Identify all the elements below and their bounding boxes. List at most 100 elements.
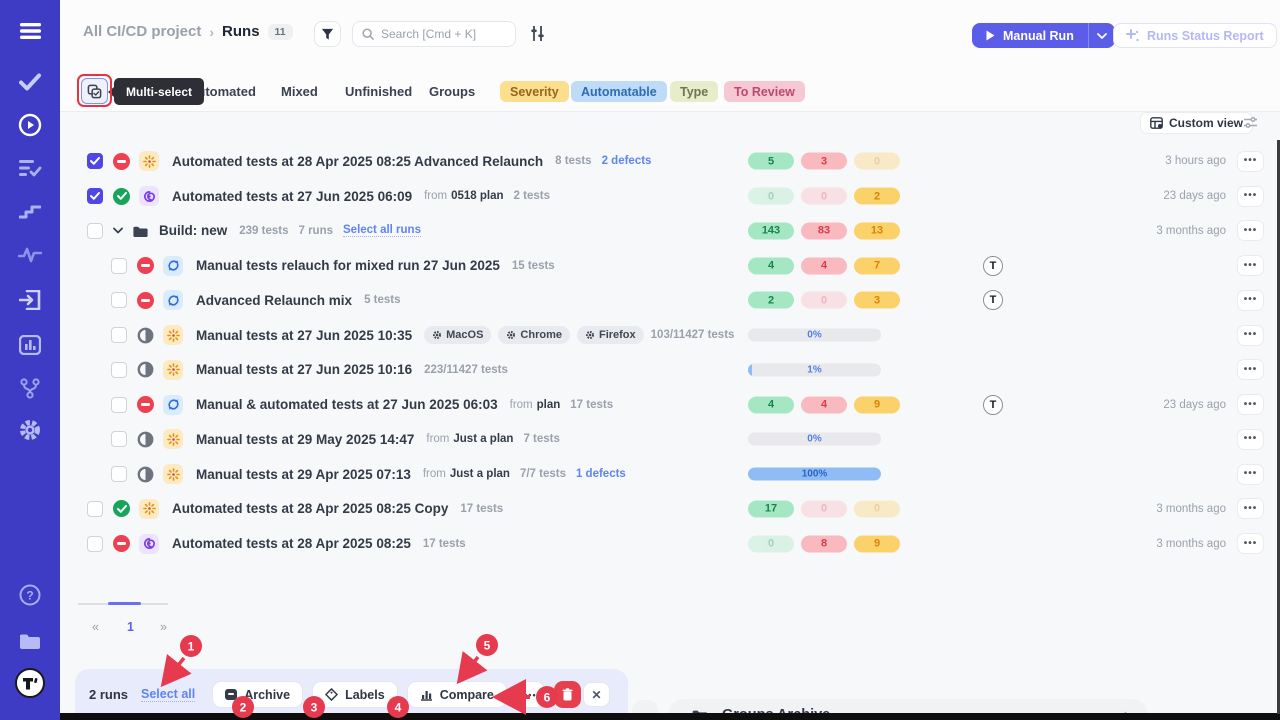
row-menu-button[interactable]: •••: [1237, 325, 1264, 346]
pagination-indicator-active: [108, 602, 141, 605]
failed-status-icon: [117, 542, 126, 545]
sidebar-item-help[interactable]: ?: [0, 578, 60, 612]
assignee-avatar: T: [983, 395, 1003, 415]
row-checkbox[interactable]: [111, 292, 127, 308]
breadcrumb-project[interactable]: All CI/CD project: [83, 23, 201, 40]
row-menu-button[interactable]: •••: [1237, 290, 1264, 311]
chip-type[interactable]: Type: [670, 81, 718, 102]
tab-groups[interactable]: Groups: [429, 84, 475, 99]
tests-count: 7/7 tests: [520, 468, 566, 480]
defects-link[interactable]: 2 defects: [602, 155, 652, 167]
chip-to-review[interactable]: To Review: [724, 81, 805, 102]
check-icon: [19, 73, 41, 91]
search-input[interactable]: Search [Cmd + K]: [352, 21, 516, 47]
sidebar-item-workflows[interactable]: [0, 371, 60, 405]
row-checkbox[interactable]: [111, 431, 127, 447]
sidebar-item-milestones[interactable]: [0, 193, 60, 227]
filter-button[interactable]: [314, 21, 341, 47]
sidebar-item-test-cases[interactable]: [0, 65, 60, 99]
archive-button[interactable]: Archive: [212, 681, 303, 708]
multi-select-button[interactable]: [81, 78, 108, 104]
row-checkbox[interactable]: [111, 362, 127, 378]
expand-chevron[interactable]: [113, 227, 123, 234]
sidebar-item-projects[interactable]: [0, 623, 60, 657]
row-checkbox[interactable]: [87, 153, 103, 169]
row-checkbox[interactable]: [87, 223, 103, 239]
delete-button[interactable]: [554, 681, 581, 708]
row-menu-button[interactable]: •••: [1237, 255, 1264, 276]
sidebar-item-workspace-logo[interactable]: [0, 666, 60, 700]
run-timestamp: 3 months ago: [1156, 225, 1226, 237]
run-title[interactable]: Manual tests at 27 Jun 2025 10:16: [196, 362, 412, 377]
sidebar-item-inbox[interactable]: [0, 283, 60, 317]
run-title[interactable]: Automated tests at 28 Apr 2025 08:25 Adv…: [172, 154, 543, 169]
row-menu-button[interactable]: •••: [1237, 186, 1264, 207]
more-actions-button[interactable]: •••: [516, 681, 545, 708]
runs-status-report-button[interactable]: Runs Status Report: [1113, 23, 1277, 48]
run-title[interactable]: Advanced Relaunch mix: [196, 293, 352, 308]
platform-label: Firefox: [599, 329, 636, 341]
run-title[interactable]: Build: new: [159, 223, 227, 238]
close-action-bar-button[interactable]: ✕: [583, 682, 610, 707]
run-title[interactable]: Manual tests at 29 May 2025 14:47: [196, 432, 414, 447]
row-checkbox[interactable]: [111, 258, 127, 274]
custom-view-label: Custom view: [1169, 116, 1243, 130]
row-menu-button[interactable]: •••: [1237, 533, 1264, 554]
compare-label: Compare: [440, 688, 494, 702]
chip-severity[interactable]: Severity: [500, 81, 569, 102]
pagination-prev[interactable]: «: [92, 620, 99, 634]
pagination-next[interactable]: »: [160, 620, 167, 634]
tab-mixed[interactable]: Mixed: [281, 84, 318, 99]
row-checkbox[interactable]: [87, 536, 103, 552]
adjustments-icon[interactable]: [529, 25, 546, 42]
manual-run-split-button: Manual Run: [972, 23, 1115, 48]
custom-view-button[interactable]: Custom view: [1140, 112, 1253, 134]
row-menu-button[interactable]: •••: [1237, 151, 1264, 172]
run-title[interactable]: Automated tests at 28 Apr 2025 08:25 Cop…: [172, 501, 448, 516]
result-badges: 203: [748, 292, 900, 309]
row-checkbox[interactable]: [87, 188, 103, 204]
row-menu-button[interactable]: •••: [1237, 464, 1264, 485]
sidebar-item-runs[interactable]: [0, 108, 60, 142]
pagination-page-1[interactable]: 1: [127, 620, 134, 634]
select-all-link[interactable]: Select all: [141, 687, 195, 702]
row-menu-button[interactable]: •••: [1237, 498, 1264, 519]
automation-sparkle-icon: [167, 329, 180, 342]
sidebar-item-activity[interactable]: [0, 238, 60, 272]
passed-count-pill: 0: [748, 535, 794, 552]
defects-link[interactable]: 1 defects: [576, 468, 626, 480]
assignee-avatar: T: [983, 290, 1003, 310]
page-title: Runs: [222, 23, 260, 40]
tab-unfinished[interactable]: Unfinished: [345, 84, 412, 99]
row-menu-button[interactable]: •••: [1237, 394, 1264, 415]
run-title[interactable]: Manual tests at 27 Jun 2025 10:35: [196, 328, 412, 343]
row-menu-button[interactable]: •••: [1237, 220, 1264, 241]
manual-run-dropdown[interactable]: [1088, 23, 1115, 48]
run-timestamp: 3 hours ago: [1165, 155, 1226, 167]
sidebar-item-settings[interactable]: [0, 413, 60, 447]
in-progress-status-icon: [137, 361, 154, 378]
workspace-logo-icon: [15, 668, 45, 698]
row-menu-button[interactable]: •••: [1237, 429, 1264, 450]
row-checkbox[interactable]: [87, 501, 103, 517]
chip-automatable[interactable]: Automatable: [571, 81, 667, 102]
run-row: Automated tests at 27 Jun 2025 06:09from…: [75, 179, 1270, 214]
labels-button[interactable]: Labels: [312, 681, 398, 708]
sidebar-item-menu[interactable]: [0, 14, 60, 48]
row-checkbox[interactable]: [111, 327, 127, 343]
sidebar-item-test-plans[interactable]: [0, 151, 60, 185]
row-checkbox[interactable]: [111, 397, 127, 413]
view-settings-icon[interactable]: [1243, 116, 1258, 129]
sidebar-item-reports[interactable]: [0, 328, 60, 362]
passed-count-pill: 143: [748, 222, 794, 239]
compare-button[interactable]: Compare: [407, 681, 507, 708]
row-checkbox[interactable]: [111, 466, 127, 482]
run-title[interactable]: Manual & automated tests at 27 Jun 2025 …: [196, 397, 498, 412]
run-title[interactable]: Automated tests at 28 Apr 2025 08:25: [172, 536, 411, 551]
manual-run-button[interactable]: Manual Run: [972, 23, 1088, 48]
run-title[interactable]: Automated tests at 27 Jun 2025 06:09: [172, 189, 412, 204]
run-title[interactable]: Manual tests at 29 Apr 2025 07:13: [196, 467, 411, 482]
row-menu-button[interactable]: •••: [1237, 359, 1264, 380]
run-title[interactable]: Manual tests relauch for mixed run 27 Ju…: [196, 258, 500, 273]
select-all-runs-link[interactable]: Select all runs: [343, 224, 421, 237]
